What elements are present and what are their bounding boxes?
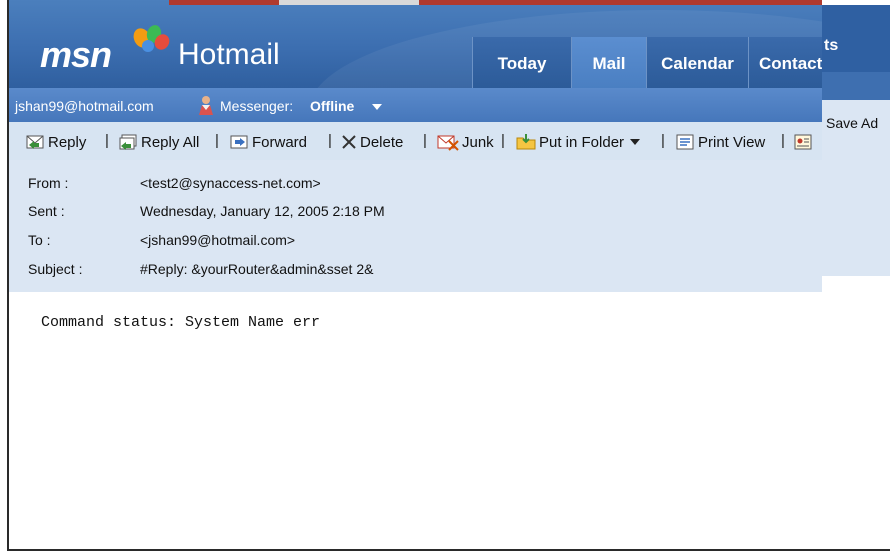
messenger-buddy-icon xyxy=(199,96,213,115)
from-value[interactable]: <test2@synaccess-net.com> xyxy=(140,175,321,191)
userbar-right-clipped xyxy=(822,72,890,100)
toolbar-separator: | xyxy=(661,132,665,149)
print-view-label: Print View xyxy=(698,133,766,151)
tab-calendar[interactable]: Calendar xyxy=(646,37,748,88)
header-right-clipped: ts xyxy=(822,5,890,72)
from-label: From : xyxy=(28,175,69,191)
toolbar-separator: | xyxy=(781,132,785,149)
sent-label: Sent : xyxy=(28,203,65,219)
user-bar: jshan99@hotmail.com Messenger: Offline xyxy=(9,88,822,122)
app-header: msn Hotmail Today Mail Calendar Contact xyxy=(9,0,822,88)
reply-label: Reply xyxy=(48,133,87,151)
forward-button[interactable]: Forward xyxy=(229,132,307,152)
save-address-button[interactable]: Save Ad xyxy=(826,115,878,131)
window-border-bottom xyxy=(7,549,890,551)
msn-wordmark: msn xyxy=(40,34,112,75)
chevron-down-icon xyxy=(630,139,641,145)
window-border-left xyxy=(7,0,9,551)
message-toolbar: Reply | Reply All | Forward | Delete | J… xyxy=(9,122,822,161)
subject-value: #Reply: &yourRouter&admin&sset 2& xyxy=(140,261,374,277)
toolbar-right-clipped: Save Ad xyxy=(822,100,890,276)
junk-icon xyxy=(437,135,459,151)
toolbar-separator: | xyxy=(215,132,219,149)
chevron-down-icon[interactable] xyxy=(372,104,382,110)
header-top-stripe-light xyxy=(279,0,419,5)
tab-contacts[interactable]: Contact xyxy=(748,37,822,88)
toolbar-separator: | xyxy=(423,132,427,149)
put-in-folder-button[interactable]: Put in Folder xyxy=(516,132,644,152)
print-view-icon xyxy=(676,134,694,150)
reply-all-button[interactable]: Reply All xyxy=(118,132,199,152)
print-view-button[interactable]: Print View xyxy=(675,132,765,152)
message-header-fields: From : <test2@synaccess-net.com> Sent : … xyxy=(9,160,822,292)
reply-button[interactable]: Reply xyxy=(25,132,86,152)
reply-all-label: Reply All xyxy=(141,133,200,151)
forward-icon xyxy=(230,135,248,149)
message-body-text: Command status: System Name err xyxy=(41,314,321,331)
header-top-stripe xyxy=(169,0,822,5)
tab-today[interactable]: Today xyxy=(472,37,571,88)
reply-icon xyxy=(26,135,44,149)
folder-icon xyxy=(516,134,536,150)
hotmail-wordmark: Hotmail xyxy=(178,38,280,71)
delete-label: Delete xyxy=(360,133,404,151)
save-address-icon-button[interactable] xyxy=(793,132,816,152)
to-value[interactable]: <jshan99@hotmail.com> xyxy=(140,232,295,248)
clipped-tab-label[interactable]: ts xyxy=(824,37,838,55)
forward-label: Forward xyxy=(252,133,308,151)
reply-all-icon xyxy=(119,134,137,150)
to-label: To : xyxy=(28,232,51,248)
junk-button[interactable]: Junk xyxy=(437,132,494,152)
hotmail-window: msn Hotmail Today Mail Calendar Contact … xyxy=(0,0,890,557)
delete-x-icon xyxy=(342,135,356,149)
msn-butterfly-icon xyxy=(133,25,170,52)
account-email: jshan99@hotmail.com xyxy=(15,98,154,114)
delete-button[interactable]: Delete xyxy=(341,132,403,152)
subject-label: Subject : xyxy=(28,261,83,277)
toolbar-separator: | xyxy=(105,132,109,149)
tab-mail[interactable]: Mail xyxy=(571,37,646,88)
messenger-label: Messenger: xyxy=(220,98,294,114)
messenger-status-dropdown[interactable]: Offline xyxy=(310,98,354,114)
junk-label: Junk xyxy=(462,133,494,151)
toolbar-separator: | xyxy=(501,132,505,149)
toolbar-separator: | xyxy=(328,132,332,149)
sent-value: Wednesday, January 12, 2005 2:18 PM xyxy=(140,203,385,219)
put-in-folder-label: Put in Folder xyxy=(539,133,625,151)
contact-card-icon xyxy=(794,134,812,150)
